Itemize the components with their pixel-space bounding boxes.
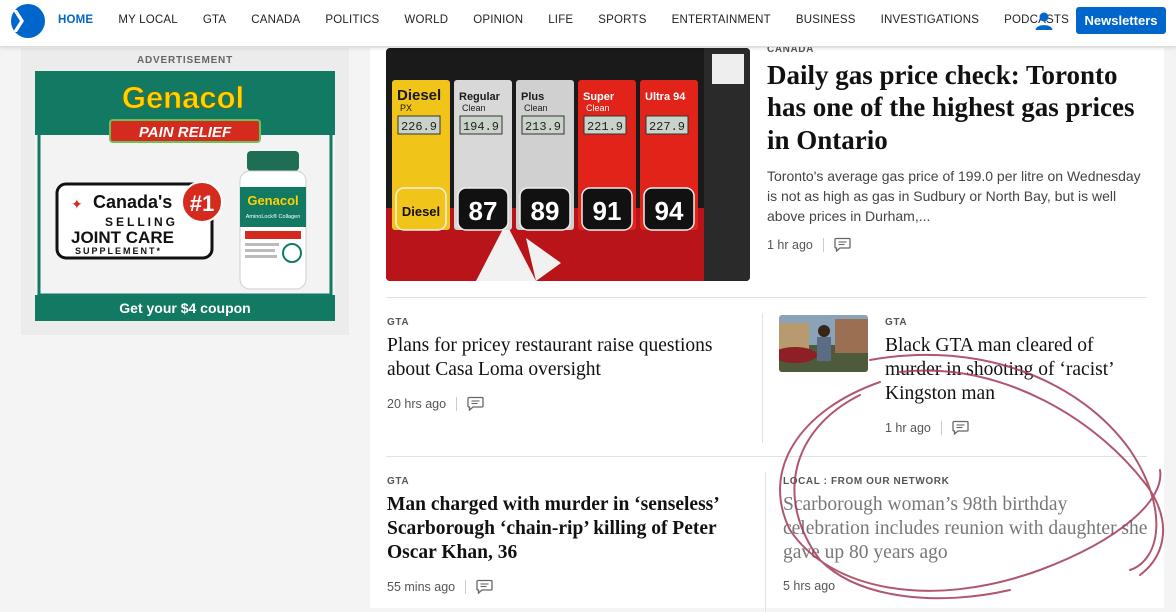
article-headline[interactable]: Plans for pricey restaurant raise questi… <box>387 334 757 382</box>
nav-item-gta[interactable]: GTA <box>203 14 226 26</box>
article-time: 1 hr ago <box>885 420 931 435</box>
pump-sublabel: PX <box>400 103 412 113</box>
nav-item-life[interactable]: LIFE <box>548 14 573 26</box>
top-navigation: HOME MY LOCAL GTA CANADA POLITICS WORLD OPINIO… <box>0 0 1176 47</box>
newsletters-button[interactable]: Newsletters <box>1076 7 1166 34</box>
hero-headline[interactable]: Daily gas price check: Toronto has one o… <box>767 59 1152 156</box>
article-kicker[interactable]: GTA <box>387 317 409 328</box>
ad-tagline: PAIN RELIEF <box>139 124 232 141</box>
pump-label: Diesel <box>397 87 441 104</box>
user-account-icon[interactable] <box>1034 11 1054 31</box>
article-kicker[interactable]: LOCAL : FROM OUR NETWORK <box>783 476 949 487</box>
site-logo-icon[interactable] <box>10 3 46 39</box>
pump-label: Regular <box>459 91 501 103</box>
comment-icon[interactable] <box>476 579 493 594</box>
ad-badge-line2: SELLING <box>105 215 178 229</box>
hero-photo[interactable]: Diesel PX 226.9 Diesel Regular Clean 194.9 87 Pl… <box>386 48 750 281</box>
pump-octane: 87 <box>469 196 498 226</box>
article-kicker[interactable]: GTA <box>885 317 907 328</box>
divider <box>386 297 1147 298</box>
pump-price: 227.9 <box>649 120 685 134</box>
ad-badge-line4: SUPPLEMENT* <box>75 246 162 256</box>
hero-meta: 1 hr ago <box>767 237 851 252</box>
nav-menu: HOME MY LOCAL GTA CANADA POLITICS WORLD OPINIO… <box>58 0 1094 40</box>
nav-item-sports[interactable]: SPORTS <box>598 14 646 26</box>
pump-label: Ultra 94 <box>645 91 686 103</box>
meta-divider <box>822 237 824 252</box>
nav-item-politics[interactable]: POLITICS <box>325 14 379 26</box>
article-time: 5 hrs ago <box>783 579 836 593</box>
pump-octane: 91 <box>593 196 622 226</box>
column-divider <box>765 472 766 612</box>
genacol-ad-banner[interactable]: Genacol PAIN RELIEF ✦ Canada's SELLING J… <box>35 71 335 321</box>
pump-octane: 89 <box>531 196 560 226</box>
nav-item-investigations[interactable]: INVESTIGATIONS <box>881 14 979 26</box>
nav-item-my-local[interactable]: MY LOCAL <box>118 14 178 26</box>
nav-item-opinion[interactable]: OPINION <box>473 14 523 26</box>
article-meta: 20 hrs ago <box>387 396 484 411</box>
pump-label: Plus <box>521 91 544 103</box>
meta-divider <box>465 579 467 594</box>
hero-summary: Toronto's average gas price of 199.0 per… <box>767 168 1141 224</box>
article-meta: 5 hrs ago <box>783 579 835 593</box>
article-headline[interactable]: Man charged with murder in ‘senseless’ S… <box>387 493 747 566</box>
article-thumbnail[interactable] <box>779 315 868 372</box>
pump-label: Super <box>583 91 615 103</box>
comment-icon[interactable] <box>952 420 969 435</box>
article-headline[interactable]: Scarborough woman’s 98th birthday celebr… <box>783 493 1153 566</box>
ad-bottle-sub: AminoLock® Collagen <box>246 213 301 220</box>
pump-price: 221.9 <box>587 120 623 134</box>
ad-cta: Get your $4 coupon <box>119 300 250 316</box>
nav-item-entertainment[interactable]: ENTERTAINMENT <box>672 14 771 26</box>
divider <box>386 456 1147 457</box>
svg-text:✦: ✦ <box>71 196 83 212</box>
ad-bottle-brand: Genacol <box>247 193 298 208</box>
pump-price: 226.9 <box>401 120 437 134</box>
article-meta: 1 hr ago <box>885 420 969 435</box>
article-time: 20 hrs ago <box>387 396 447 411</box>
article-headline[interactable]: Black GTA man cleared of murder in shoot… <box>885 334 1153 407</box>
meta-divider <box>940 420 942 435</box>
comment-icon[interactable] <box>834 237 851 252</box>
ad-brand: Genacol <box>122 80 244 115</box>
meta-divider <box>456 396 458 411</box>
ad-label: ADVERTISEMENT <box>137 55 233 66</box>
main-content: Diesel PX 226.9 Diesel Regular Clean 194.9 87 Pl… <box>370 44 1164 612</box>
pump-sublabel: Clean <box>462 103 486 113</box>
pump-octane: Diesel <box>402 204 440 219</box>
ad-rank: #1 <box>190 191 214 216</box>
pump-sublabel: Clean <box>524 103 548 113</box>
nav-item-home[interactable]: HOME <box>58 14 93 26</box>
article-time: 55 mins ago <box>387 579 456 594</box>
article-meta: 55 mins ago <box>387 579 493 594</box>
pump-price: 213.9 <box>525 120 561 134</box>
hero-time: 1 hr ago <box>767 237 813 252</box>
pump-price: 194.9 <box>463 120 499 134</box>
comment-icon[interactable] <box>467 396 484 411</box>
nav-item-canada[interactable]: CANADA <box>251 14 300 26</box>
pump-sublabel: Clean <box>586 103 610 113</box>
ad-badge-line1: Canada's <box>93 192 172 212</box>
column-divider <box>762 313 763 443</box>
ad-badge-line3: JOINT CARE <box>71 228 174 247</box>
advertisement-panel: ADVERTISEMENT Genacol PAIN RELIEF ✦ Cana… <box>21 48 349 335</box>
nav-item-world[interactable]: WORLD <box>404 14 448 26</box>
pump-octane: 94 <box>655 196 684 226</box>
nav-item-business[interactable]: BUSINESS <box>796 14 856 26</box>
article-kicker[interactable]: GTA <box>387 476 409 487</box>
